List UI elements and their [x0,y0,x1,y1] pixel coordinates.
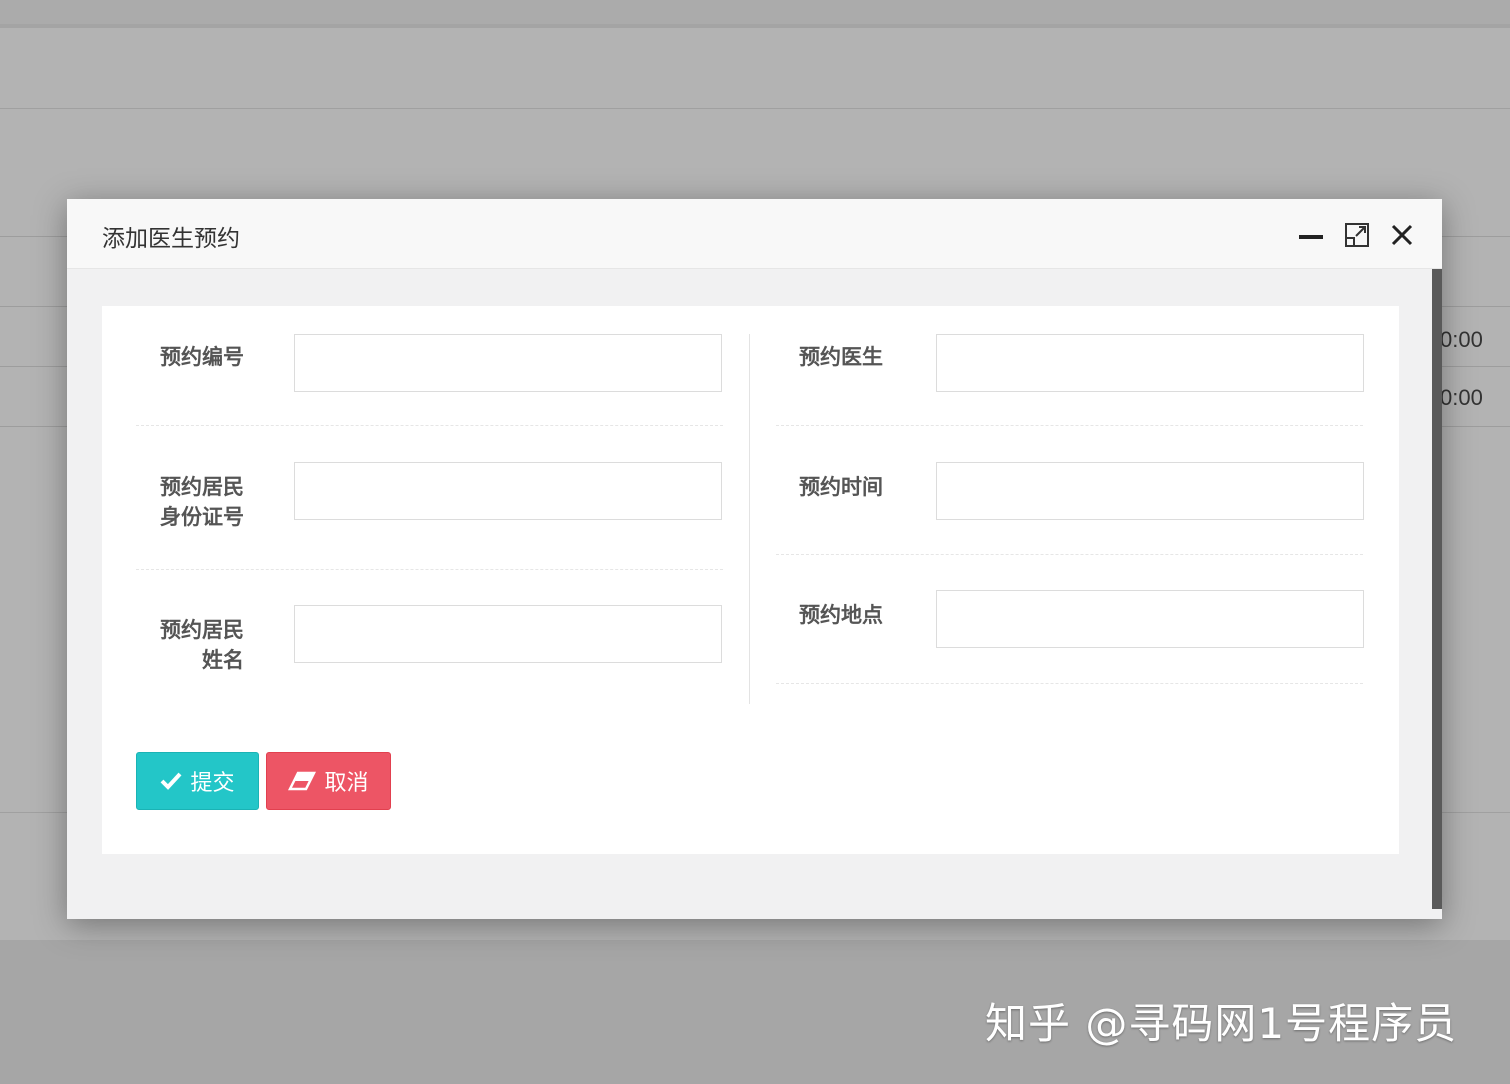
dialog-header[interactable]: 添加医生预约 [67,199,1442,269]
background-topbar [0,0,1510,28]
background-divider [0,108,1510,109]
table-cell: 0:00 [1440,385,1483,410]
maximize-icon[interactable] [1341,219,1373,251]
submit-button[interactable]: 提交 [136,752,259,810]
eraser-icon [288,771,317,791]
column-divider [749,334,750,704]
doctor-row: 预约医生 [775,334,1364,426]
appointment-time-input[interactable] [936,462,1364,520]
check-icon [161,772,182,790]
doctor-label: 预约医生 [775,342,883,372]
appointment-number-row: 预约编号 [136,334,723,426]
label-line: 预约时间 [799,475,883,499]
appointment-form: 预约编号 预约居民 身份证号 预约居民 姓名 预约医生 预约时间 预约地点 提交… [102,306,1399,854]
doctor-input[interactable] [936,334,1364,392]
appointment-time-row: 预约时间 [775,462,1364,555]
resident-id-row: 预约居民 身份证号 [136,462,723,570]
appointment-location-row: 预约地点 [775,590,1364,684]
appointment-number-label: 预约编号 [136,342,244,372]
label-line: 预约编号 [160,345,244,369]
close-icon[interactable] [1386,219,1418,251]
label-line: 预约居民 [160,475,244,499]
appointment-location-input[interactable] [936,590,1364,648]
appointment-number-input[interactable] [294,334,722,392]
label-line: 姓名 [202,648,244,672]
resident-name-input[interactable] [294,605,722,663]
dialog-title: 添加医生预约 [102,226,240,252]
resident-name-row: 预约居民 姓名 [136,605,723,675]
appointment-location-label: 预约地点 [775,600,883,630]
label-line: 预约医生 [799,345,883,369]
cancel-label: 取消 [324,771,369,796]
dialog-scrollbar[interactable] [1432,269,1442,909]
appointment-time-label: 预约时间 [775,472,883,502]
watermark: 知乎 @寻码网1号程序员 [985,999,1458,1048]
label-line: 预约居民 [160,618,244,642]
cancel-button[interactable]: 取消 [266,752,391,810]
add-doctor-appointment-dialog: 添加医生预约 预约编号 预约居民 身份证号 预约居民 姓名 预约医生 预约时间 … [67,199,1442,919]
resident-id-label: 预约居民 身份证号 [136,472,244,532]
table-cell: 0:00 [1440,327,1483,352]
label-line: 预约地点 [799,603,883,627]
resident-name-label: 预约居民 姓名 [136,615,244,675]
submit-label: 提交 [190,771,235,796]
resident-id-input[interactable] [294,462,722,520]
minimize-icon[interactable] [1295,219,1327,251]
label-line: 身份证号 [160,505,244,529]
